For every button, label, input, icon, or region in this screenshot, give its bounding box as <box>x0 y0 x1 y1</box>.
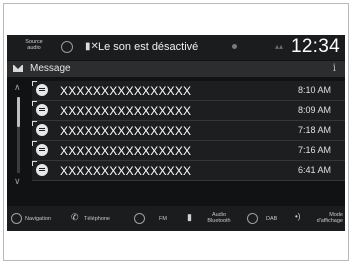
message-row[interactable]: XXXXXXXXXXXXXXXX 8:10 AM <box>32 81 345 101</box>
message-sender: XXXXXXXXXXXXXXXX <box>60 144 192 158</box>
display-mode-shortcut[interactable]: •) Mode d'affichage <box>293 206 345 231</box>
clock: 12:34 <box>290 36 340 57</box>
message-row[interactable]: XXXXXXXXXXXXXXXX 7:16 AM <box>32 141 345 161</box>
message-sender: XXXXXXXXXXXXXXXX <box>60 104 192 118</box>
fm-label: FM <box>159 216 167 222</box>
info-icon[interactable]: i <box>333 63 336 74</box>
chat-bubble-icon <box>36 164 48 176</box>
scrollbar-track[interactable] <box>17 127 20 173</box>
envelope-icon <box>13 65 23 72</box>
unread-marker-icon <box>32 141 37 146</box>
dab-radio-icon <box>247 213 258 224</box>
display-mode-label: Mode d'affichage <box>316 212 343 224</box>
chat-bubble-icon <box>36 84 48 96</box>
dab-label: DAB <box>266 216 278 222</box>
unread-marker-icon <box>32 161 37 166</box>
message-sender: XXXXXXXXXXXXXXXX <box>60 124 192 138</box>
navigation-label: Navigation <box>25 216 51 222</box>
navigation-icon <box>11 213 22 224</box>
scroll-up-icon[interactable]: ∧ <box>14 82 21 93</box>
telephone-shortcut[interactable]: ✆ Téléphone <box>69 206 129 231</box>
message-row[interactable]: XXXXXXXXXXXXXXXX 7:18 AM <box>32 121 345 141</box>
source-audio-button[interactable]: Source audio <box>19 39 49 51</box>
unread-marker-icon <box>32 121 37 126</box>
dab-shortcut[interactable]: DAB <box>245 206 289 231</box>
message-sender: XXXXXXXXXXXXXXXX <box>60 84 192 98</box>
bluetooth-audio-shortcut[interactable]: ▮ Audio Bluetooth <box>184 206 240 231</box>
mute-status-text: Le son est désactivé <box>98 41 199 53</box>
chat-bubble-icon <box>36 144 48 156</box>
message-header: Message i <box>7 61 345 77</box>
message-time: 7:18 AM <box>297 125 331 135</box>
bluetooth-icon: ▮ <box>187 212 192 222</box>
page-title: Message <box>30 63 71 74</box>
status-bar: Source audio ▮✕ Le son est désactivé ▴▴ … <box>7 35 345 60</box>
message-time: 6:41 AM <box>297 165 331 175</box>
phone-icon: ✆ <box>71 212 79 222</box>
message-time: 8:09 AM <box>297 105 331 115</box>
voice-icon[interactable] <box>61 41 73 53</box>
unread-marker-icon <box>32 81 37 86</box>
navigation-shortcut[interactable]: Navigation <box>7 206 65 231</box>
shortcut-bar: Navigation ✆ Téléphone FM ▮ Audio Blueto… <box>7 206 345 231</box>
speaker-muted-icon: ▮✕ <box>85 41 99 52</box>
infotainment-screen: Source audio ▮✕ Le son est désactivé ▴▴ … <box>7 35 345 231</box>
message-row[interactable]: XXXXXXXXXXXXXXXX 6:41 AM <box>32 161 345 181</box>
telephone-label: Téléphone <box>84 216 110 222</box>
scroll-down-icon[interactable]: ∨ <box>14 176 21 187</box>
chat-bubble-icon <box>36 104 48 116</box>
fm-shortcut[interactable]: FM <box>132 206 178 231</box>
bluetooth-audio-label: Audio Bluetooth <box>207 212 231 224</box>
message-time: 7:16 AM <box>297 145 331 155</box>
message-row[interactable]: XXXXXXXXXXXXXXXX 8:09 AM <box>32 101 345 121</box>
chat-bubble-icon <box>36 124 48 136</box>
radio-icon <box>134 213 145 224</box>
display-mode-icon: •) <box>295 212 301 221</box>
scrollbar-thumb[interactable] <box>17 97 20 127</box>
unread-marker-icon <box>32 101 37 106</box>
message-sender: XXXXXXXXXXXXXXXX <box>60 164 192 178</box>
signal-icon: ▴▴ <box>275 42 284 51</box>
message-time: 8:10 AM <box>297 85 331 95</box>
status-dot-icon <box>232 44 237 49</box>
